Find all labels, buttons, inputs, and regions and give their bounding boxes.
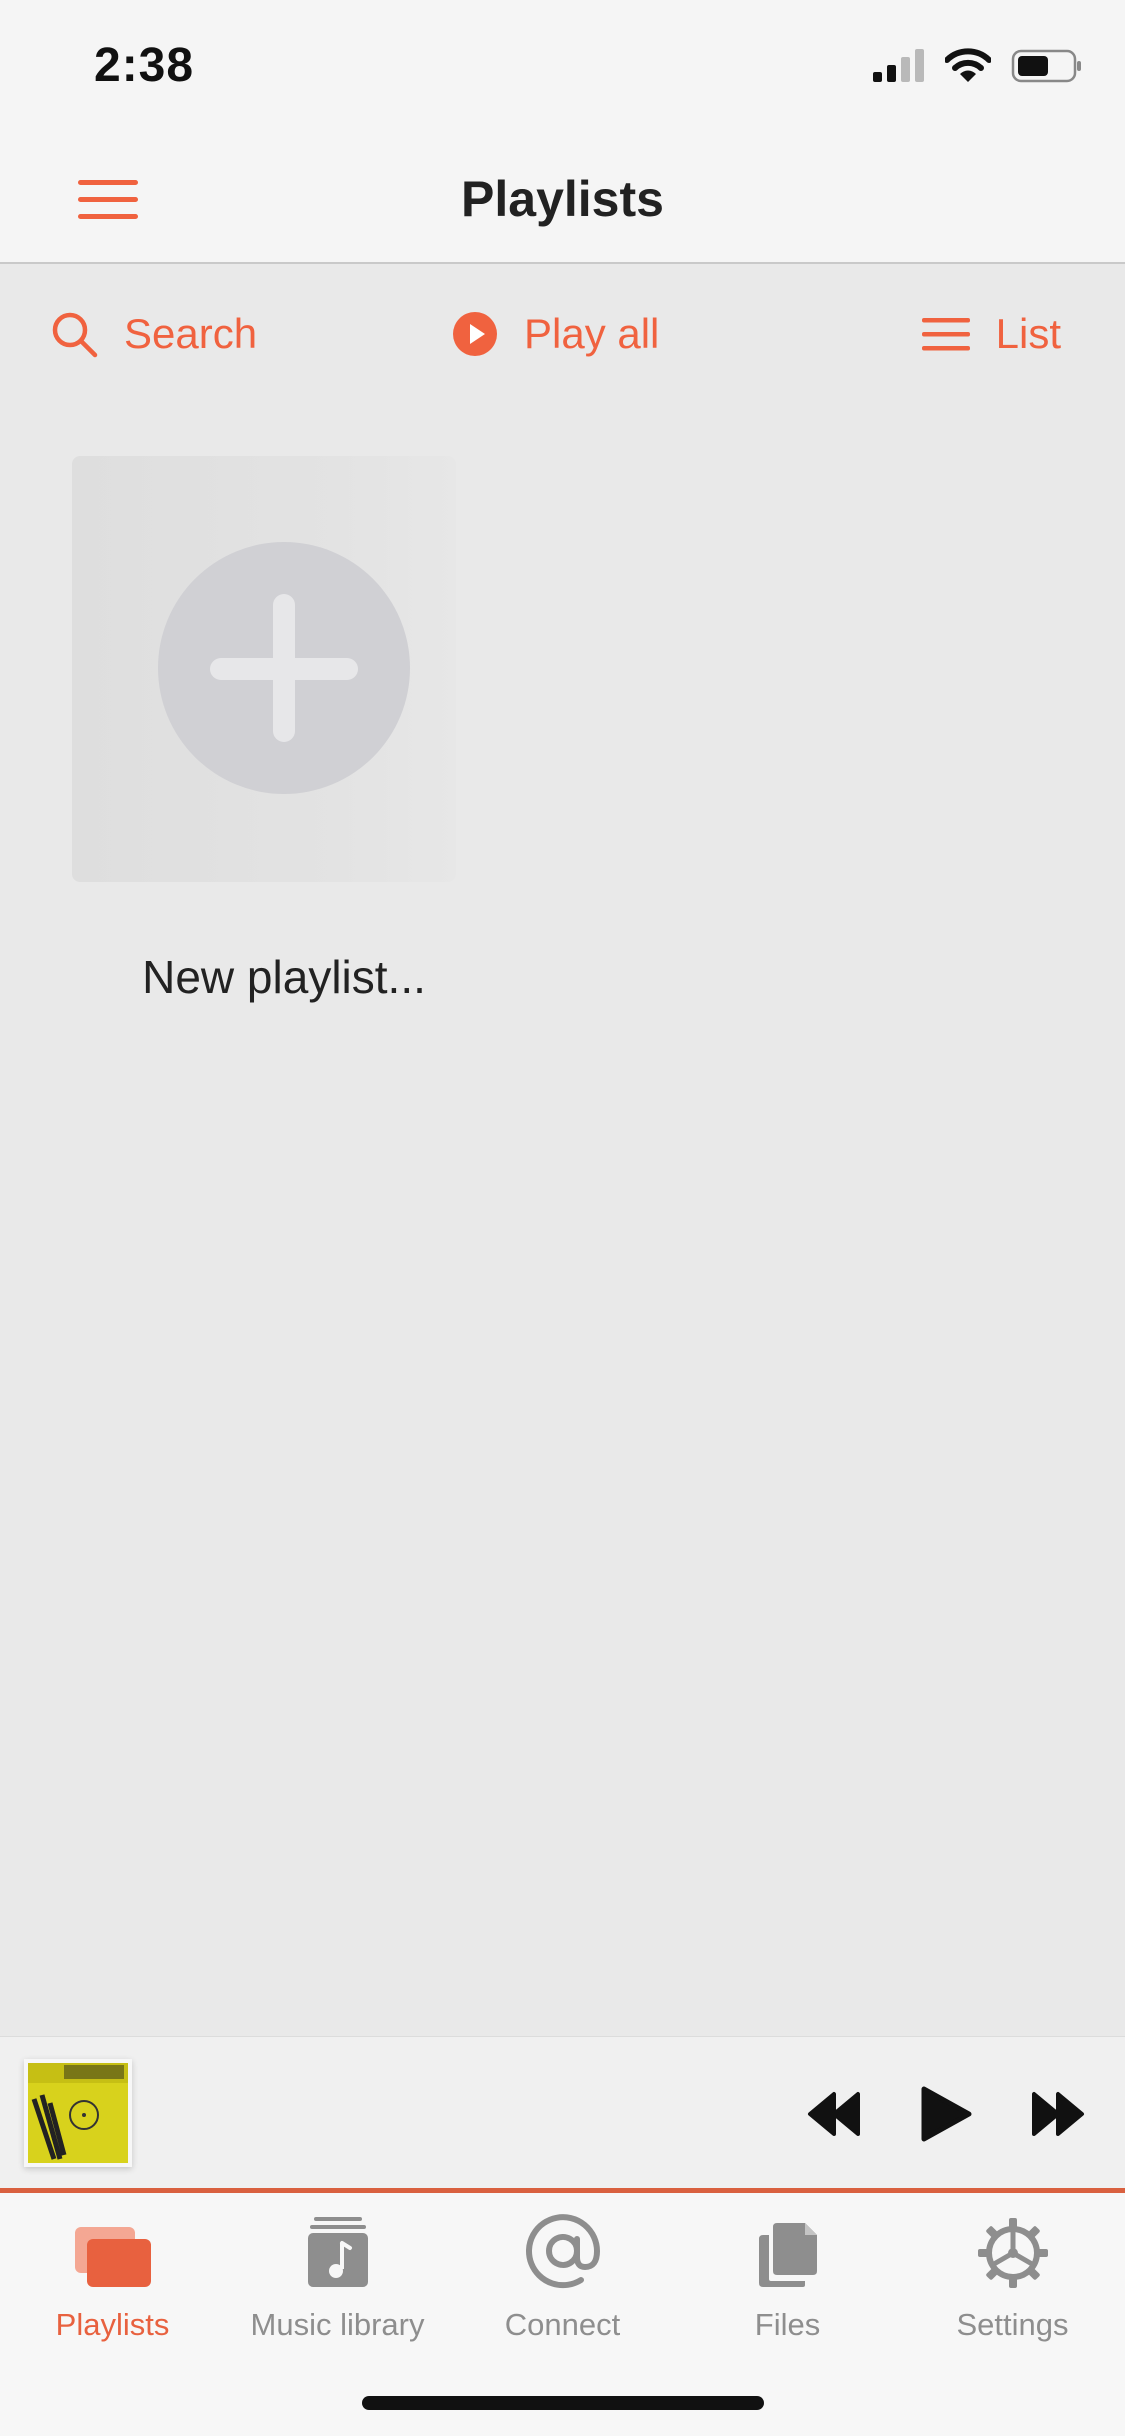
add-playlist-icon: [158, 542, 410, 794]
at-sign-icon: [525, 2214, 600, 2289]
fast-forward-icon: [1032, 2092, 1084, 2136]
rewind-button[interactable]: [807, 2090, 861, 2138]
mini-player: [0, 2036, 1125, 2192]
list-view-button[interactable]: List: [921, 310, 1061, 358]
search-button[interactable]: Search: [50, 310, 257, 358]
search-icon: [52, 312, 98, 358]
playlists-icon: [74, 2227, 151, 2287]
battery-icon: [1011, 49, 1081, 83]
home-indicator: [362, 2396, 764, 2410]
tab-label-settings: Settings: [956, 2307, 1069, 2342]
tab-music-library[interactable]: Music library: [225, 2209, 450, 2343]
album-art-thumbnail[interactable]: [24, 2059, 132, 2167]
list-icon: [921, 318, 970, 351]
tab-label-files: Files: [754, 2307, 821, 2342]
new-playlist-card[interactable]: [72, 456, 456, 882]
play-all-button[interactable]: Play all: [452, 310, 659, 358]
plus-vertical-bar: [273, 594, 295, 742]
tab-settings[interactable]: Settings: [900, 2209, 1125, 2343]
wifi-icon: [945, 48, 991, 82]
new-playlist-label[interactable]: New playlist...: [72, 950, 496, 1004]
search-label: Search: [124, 310, 258, 357]
play-circle-icon: [453, 312, 497, 356]
play-button[interactable]: [919, 2085, 973, 2143]
page-title: Playlists: [461, 171, 664, 227]
fast-forward-button[interactable]: [1031, 2090, 1085, 2138]
navigation-bar: Playlists: [0, 132, 1125, 264]
files-icon: [758, 2223, 817, 2287]
music-library-icon: [307, 2217, 368, 2287]
player-controls: [807, 2085, 1085, 2143]
tab-connect[interactable]: Connect: [450, 2209, 675, 2343]
tab-label-connect: Connect: [504, 2307, 621, 2342]
status-time: 2:38: [94, 39, 195, 92]
gear-icon: [977, 2218, 1048, 2288]
play-icon: [921, 2086, 972, 2142]
play-all-label: Play all: [524, 310, 660, 357]
toolbar: Search Play all List: [0, 264, 1125, 414]
cellular-signal-icon: [873, 49, 924, 82]
status-bar: 2:38: [0, 0, 1125, 132]
status-icons: [871, 48, 1083, 84]
tab-files[interactable]: Files: [675, 2209, 900, 2343]
tab-label-music-library: Music library: [250, 2307, 425, 2342]
tab-playlists[interactable]: Playlists: [0, 2209, 225, 2343]
rewind-icon: [808, 2092, 860, 2136]
album-cover-image: [28, 2063, 128, 2163]
tab-label-playlists: Playlists: [55, 2307, 170, 2342]
list-label: List: [995, 310, 1061, 357]
